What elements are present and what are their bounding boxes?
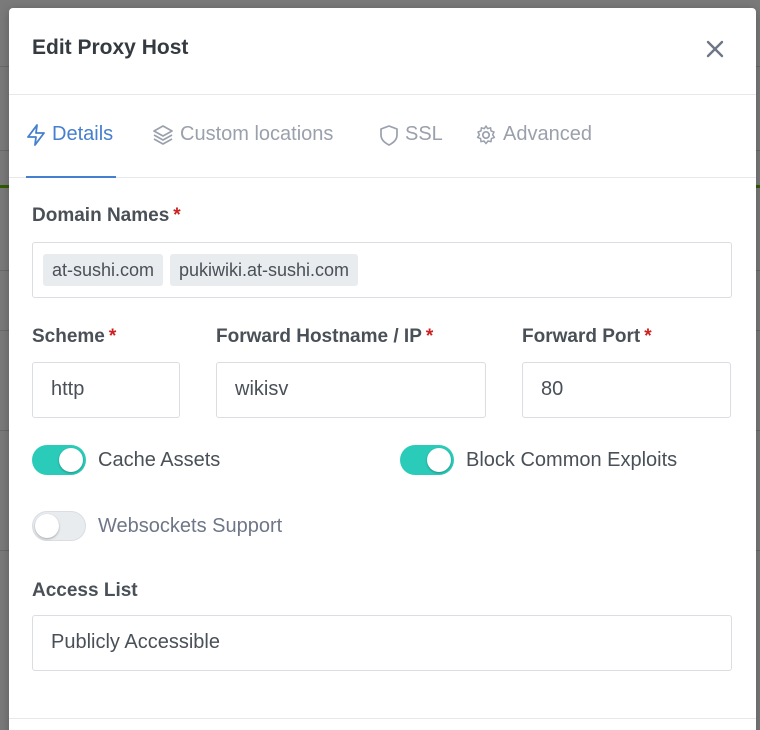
toggle-knob — [427, 448, 451, 472]
scheme-label: Scheme * — [32, 326, 116, 348]
domain-names-input[interactable]: at-sushi.com pukiwiki.at-sushi.com — [32, 242, 732, 298]
edit-proxy-host-modal: Edit Proxy Host Details Custom locations — [9, 8, 756, 730]
active-tab-indicator — [26, 176, 116, 178]
modal-footer-divider — [9, 718, 756, 719]
domain-chip[interactable]: at-sushi.com — [43, 254, 164, 286]
close-button[interactable] — [702, 36, 728, 62]
required-mark: * — [644, 326, 652, 347]
forward-port-label: Forward Port * — [522, 326, 652, 348]
domain-names-label: Domain Names * — [32, 205, 181, 227]
toggle-knob — [59, 448, 83, 472]
tab-label: Custom locations — [180, 123, 334, 145]
forward-hostname-input[interactable]: wikisv — [216, 362, 486, 418]
access-list-value: Publicly Accessible — [51, 631, 220, 653]
cache-assets-label: Cache Assets — [98, 449, 221, 471]
websockets-support-label: Websockets Support — [98, 515, 283, 537]
required-mark: * — [425, 326, 434, 347]
tab-label: Details — [52, 123, 114, 145]
tab-label: SSL — [405, 123, 443, 145]
websockets-support-toggle[interactable] — [32, 511, 86, 541]
tab-label: Advanced — [503, 123, 592, 145]
required-mark: * — [173, 205, 181, 226]
tab-advanced[interactable]: Advanced — [475, 123, 592, 146]
domain-chip[interactable]: pukiwiki.at-sushi.com — [170, 254, 359, 286]
modal-title: Edit Proxy Host — [32, 36, 189, 59]
block-common-exploits-toggle[interactable] — [400, 445, 454, 475]
modal-header: Edit Proxy Host — [9, 8, 756, 95]
shield-icon — [380, 124, 398, 146]
gear-icon — [476, 124, 496, 144]
forward-port-input[interactable]: 80 — [522, 362, 731, 418]
scheme-label-text: Scheme — [32, 326, 105, 347]
cache-assets-toggle[interactable] — [32, 445, 86, 475]
layers-icon — [153, 124, 173, 145]
access-list-select[interactable]: Publicly Accessible — [32, 615, 732, 671]
tab-details[interactable]: Details — [26, 123, 113, 146]
forward-hostname-label: Forward Hostname / IP * — [216, 326, 433, 348]
lightning-icon — [27, 123, 45, 146]
forward-port-label-text: Forward Port — [522, 326, 641, 347]
scheme-value: http — [51, 378, 85, 400]
domain-names-label-text: Domain Names — [32, 205, 170, 226]
toggle-knob — [35, 514, 59, 538]
tab-ssl[interactable]: SSL — [379, 123, 443, 146]
forward-hostname-label-text: Forward Hostname / IP — [216, 326, 422, 347]
forward-hostname-value: wikisv — [235, 378, 289, 400]
tab-bar: Details Custom locations SSL Advanced — [9, 95, 756, 178]
block-common-exploits-label: Block Common Exploits — [466, 449, 678, 471]
required-mark: * — [108, 326, 117, 347]
close-icon — [706, 40, 724, 58]
scheme-input[interactable]: http — [32, 362, 180, 418]
access-list-label: Access List — [32, 580, 138, 601]
tab-custom-locations[interactable]: Custom locations — [152, 123, 333, 146]
forward-port-value: 80 — [541, 378, 564, 400]
